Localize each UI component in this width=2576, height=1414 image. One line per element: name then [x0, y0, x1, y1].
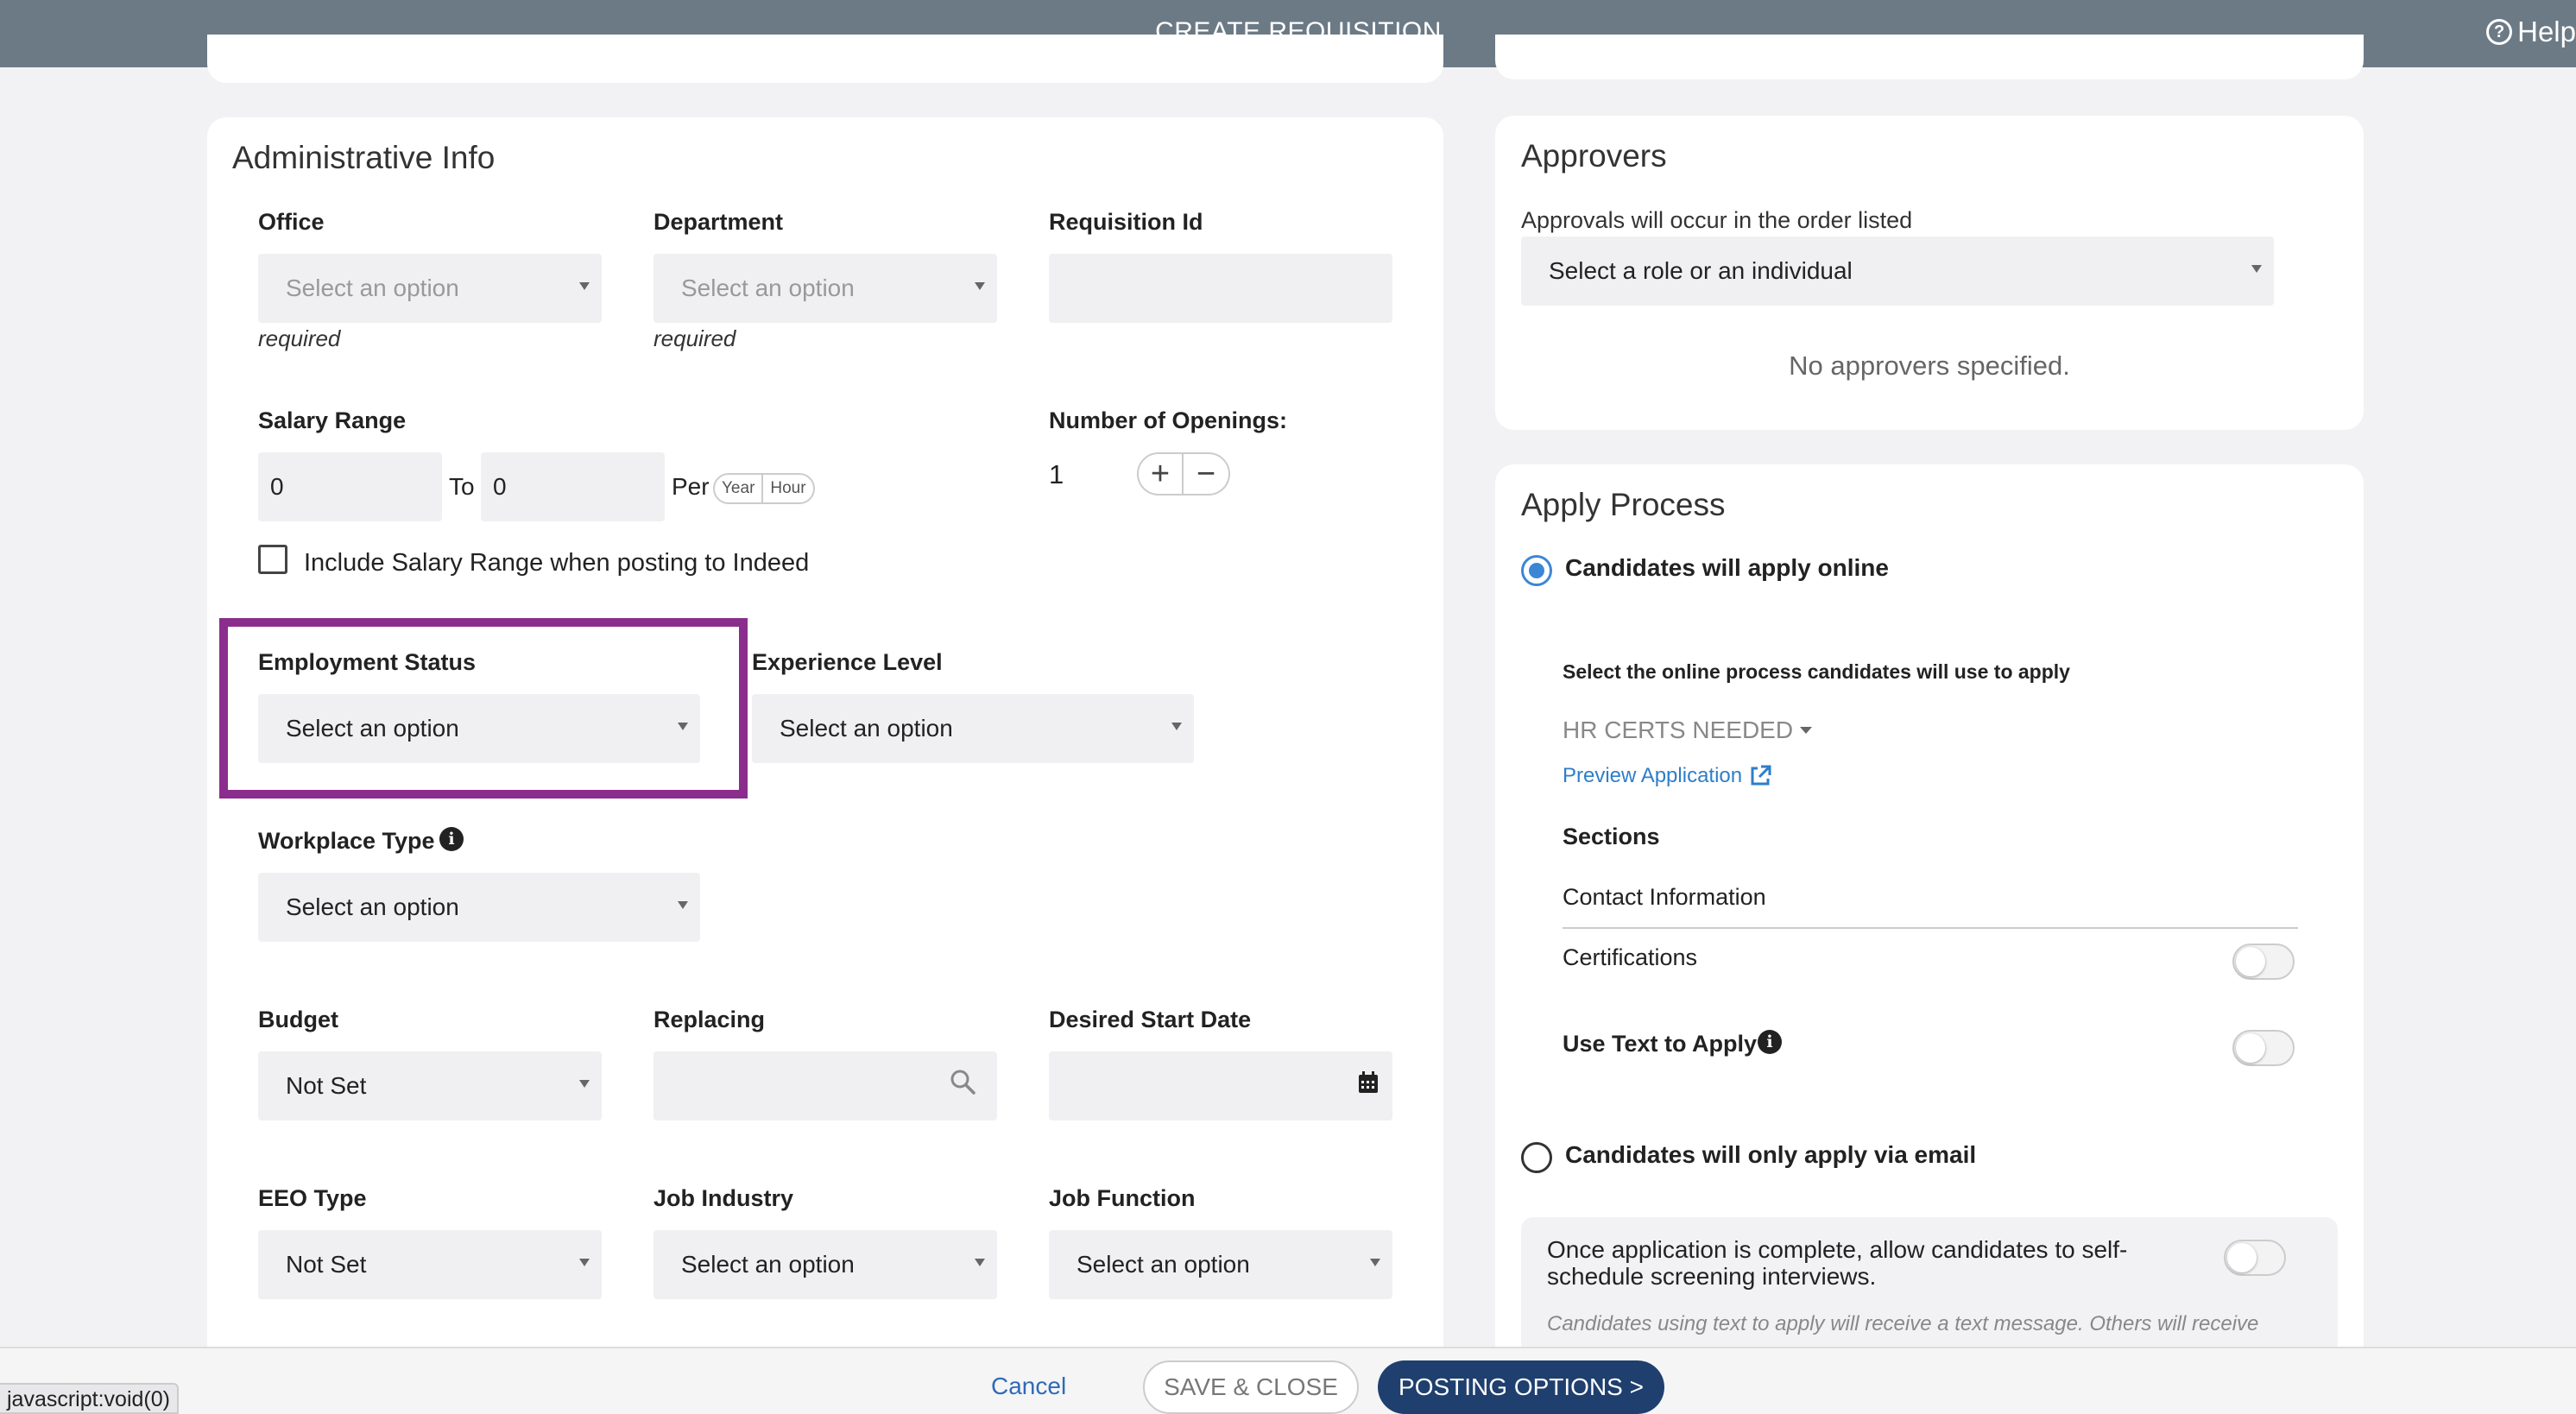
salary-per-label: Per [672, 473, 710, 500]
caret-down-icon [1800, 727, 1813, 734]
salary-max-input[interactable]: 0 [481, 452, 665, 521]
office-required-hint: required [258, 325, 341, 351]
text-to-apply-note: Candidates using text to apply will rece… [1547, 1312, 2259, 1335]
process-dropdown[interactable]: HR CERTS NEEDED [1563, 716, 1813, 744]
experience-level-label: Experience Level [752, 649, 943, 675]
workplace-type-label: Workplace Type [258, 828, 435, 854]
external-link-icon [1751, 765, 1771, 786]
browser-status-bar: javascript:void(0) [0, 1383, 179, 1414]
plus-icon: + [1150, 455, 1171, 492]
employment-status-select[interactable]: Select an option [258, 694, 700, 763]
desired-start-date-input[interactable] [1049, 1051, 1392, 1120]
desired-start-date-label: Desired Start Date [1049, 1007, 1252, 1032]
search-icon [950, 1070, 975, 1095]
help-label: Help [2517, 16, 2576, 47]
info-icon[interactable]: i [1758, 1030, 1782, 1054]
process-prompt: Select the online process candidates wil… [1563, 660, 2070, 683]
department-select[interactable]: Select an option [653, 254, 997, 323]
employment-status-label: Employment Status [258, 649, 477, 675]
info-icon[interactable]: i [439, 827, 464, 851]
office-label: Office [258, 209, 325, 235]
text-to-apply-toggle[interactable] [2232, 1030, 2295, 1066]
apply-online-radio[interactable] [1521, 555, 1552, 586]
salary-range-label: Salary Range [258, 407, 407, 433]
section-certifications: Certifications [1563, 944, 1698, 970]
replacing-input[interactable] [653, 1051, 997, 1120]
budget-select[interactable]: Not Set [258, 1051, 602, 1120]
number-of-openings-label: Number of Openings: [1049, 407, 1287, 433]
workplace-type-select[interactable]: Select an option [258, 873, 700, 942]
apply-process-title: Apply Process [1521, 487, 1726, 522]
certifications-toggle[interactable] [2232, 944, 2295, 980]
eeo-type-select[interactable]: Not Set [258, 1230, 602, 1299]
section-contact-information: Contact Information [1563, 884, 1766, 910]
department-label: Department [653, 209, 784, 235]
period-hour-option[interactable]: Hour [761, 475, 812, 502]
openings-count: 1 [1049, 459, 1064, 489]
self-schedule-toggle[interactable] [2224, 1240, 2286, 1276]
budget-label: Budget [258, 1007, 338, 1032]
save-close-button[interactable]: SAVE & CLOSE [1143, 1360, 1359, 1414]
no-approvers-message: No approvers specified. [1789, 350, 2070, 381]
approvers-title: Approvers [1521, 138, 1667, 174]
period-year-option[interactable]: Year [715, 475, 761, 502]
include-salary-checkbox[interactable] [258, 545, 287, 574]
posting-options-button[interactable]: POSTING OPTIONS > [1378, 1360, 1664, 1414]
office-select[interactable]: Select an option [258, 254, 602, 323]
salary-period-toggle[interactable]: Year Hour [713, 473, 815, 504]
self-schedule-text: Once application is complete, allow cand… [1547, 1236, 2128, 1290]
approvers-note: Approvals will occur in the order listed [1521, 207, 1913, 233]
apply-email-radio[interactable] [1521, 1142, 1552, 1173]
job-industry-select[interactable]: Select an option [653, 1230, 997, 1299]
chevron-down-icon [579, 282, 590, 290]
chevron-down-icon [579, 1080, 590, 1088]
job-function-select[interactable]: Select an option [1049, 1230, 1392, 1299]
department-required-hint: required [653, 325, 736, 351]
experience-level-select[interactable]: Select an option [752, 694, 1194, 763]
calendar-icon[interactable] [1358, 1071, 1379, 1094]
job-function-label: Job Function [1049, 1185, 1196, 1211]
requisition-id-label: Requisition Id [1049, 209, 1203, 235]
chevron-down-icon [975, 1259, 985, 1266]
job-industry-label: Job Industry [653, 1185, 794, 1211]
include-salary-label: Include Salary Range when posting to Ind… [304, 549, 810, 577]
eeo-type-label: EEO Type [258, 1185, 367, 1211]
salary-to-label: To [449, 473, 475, 500]
help-button[interactable]: ? Help [2486, 16, 2576, 48]
replacing-label: Replacing [653, 1007, 766, 1032]
administrative-info-title: Administrative Info [232, 140, 496, 175]
cancel-link[interactable]: Cancel [991, 1373, 1066, 1400]
chevron-down-icon [678, 901, 688, 909]
previous-card-right [1495, 35, 2364, 79]
decrement-openings-button[interactable]: − [1184, 452, 1230, 496]
increment-openings-button[interactable]: + [1137, 452, 1184, 496]
text-to-apply-label: Use Text to Apply [1563, 1031, 1758, 1057]
previous-card-left [207, 35, 1443, 83]
salary-min-input[interactable]: 0 [258, 452, 442, 521]
chevron-down-icon [2251, 265, 2262, 273]
chevron-down-icon [1171, 723, 1182, 730]
preview-application-link[interactable]: Preview Application [1563, 764, 1771, 788]
chevron-down-icon [1370, 1259, 1380, 1266]
help-icon: ? [2486, 19, 2513, 45]
chevron-down-icon [975, 282, 985, 290]
sections-label: Sections [1563, 824, 1660, 849]
chevron-down-icon [579, 1259, 590, 1266]
requisition-id-input[interactable] [1049, 254, 1392, 323]
section-divider [1563, 927, 2298, 929]
apply-email-label: Candidates will only apply via email [1565, 1141, 1977, 1168]
minus-icon: − [1196, 455, 1216, 492]
apply-online-label: Candidates will apply online [1565, 554, 1889, 581]
approver-select[interactable]: Select a role or an individual [1521, 237, 2274, 306]
chevron-down-icon [678, 723, 688, 730]
